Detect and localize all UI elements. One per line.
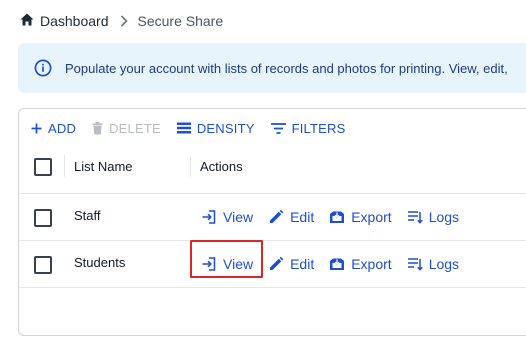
breadcrumb-home-label: Dashboard [40,13,109,29]
edit-label: Edit [290,256,315,272]
home-icon [20,13,34,29]
trash-icon [92,121,103,135]
logs-icon [407,256,423,272]
density-icon [176,122,191,134]
breadcrumb-current: Secure Share [137,13,224,29]
logs-icon [407,209,423,225]
edit-label: Edit [290,209,315,225]
pencil-icon [268,256,284,272]
filter-icon [270,122,286,134]
filters-button[interactable]: FILTERS [270,120,346,136]
row-actions: View Edit Export Logs [201,194,474,240]
density-button[interactable]: DENSITY [176,120,255,136]
table-row: Staff View Edit Export Logs [19,193,526,240]
export-button[interactable]: Export [329,209,392,225]
export-label: Export [351,209,392,225]
delete-label: DELETE [109,120,161,136]
view-button[interactable]: View [201,256,253,272]
list-name-cell: Students [74,255,126,270]
export-icon [329,209,345,225]
info-icon [34,59,52,77]
lists-table-card: ADD DELETE DENSITY FILTERS List Name Act… [18,108,526,336]
chevron-right-icon [120,15,128,27]
edit-button[interactable]: Edit [268,209,314,225]
logs-label: Logs [428,209,460,225]
logs-button[interactable]: Logs [407,209,459,225]
row-checkbox[interactable] [34,209,52,227]
view-label: View [223,256,254,272]
plus-icon [31,123,42,134]
export-icon [329,256,345,272]
view-label: View [223,209,254,225]
column-header-list-name[interactable]: List Name [74,159,133,174]
add-button[interactable]: ADD [31,121,76,136]
table-header-row: List Name Actions [19,147,526,187]
list-name-cell: Staff [74,208,101,223]
pencil-icon [268,209,284,225]
login-icon [201,209,217,225]
export-label: Export [351,256,392,272]
info-alert: Populate your account with lists of reco… [18,43,526,93]
column-separator [190,155,191,177]
row-checkbox[interactable] [34,256,52,274]
table-toolbar: ADD DELETE DENSITY FILTERS [31,119,361,137]
filters-label: FILTERS [291,120,346,136]
logs-button[interactable]: Logs [407,256,459,272]
column-header-actions: Actions [200,159,243,174]
density-label: DENSITY [196,120,255,136]
table-footer [19,287,526,335]
alert-message: Populate your account with lists of reco… [65,60,508,76]
select-all-checkbox[interactable] [34,158,52,176]
column-separator [64,155,65,177]
edit-button[interactable]: Edit [268,256,314,272]
breadcrumb: Dashboard Secure Share [20,11,223,31]
row-actions: View Edit Export Logs [201,241,474,287]
view-button[interactable]: View [201,209,253,225]
logs-label: Logs [428,256,460,272]
table-row: Students View Edit Export Logs [19,240,526,287]
delete-button[interactable]: DELETE [92,121,161,136]
export-button[interactable]: Export [329,256,392,272]
breadcrumb-home[interactable]: Dashboard [20,13,109,29]
add-label: ADD [48,120,77,136]
login-icon [201,256,217,272]
